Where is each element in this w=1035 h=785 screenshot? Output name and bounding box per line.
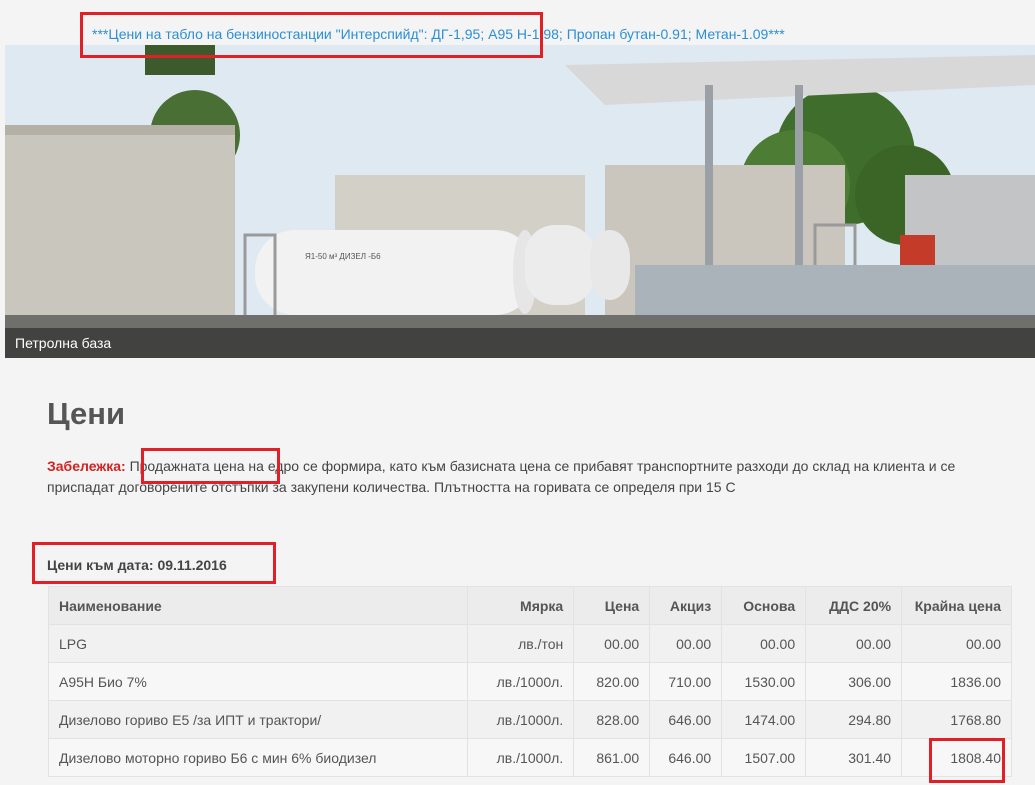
hero-caption: Петролна база xyxy=(5,328,1035,358)
cell-final: 1768.80 xyxy=(901,700,1012,739)
pricing-note: Забележка: Продажната цена на едро се фо… xyxy=(47,456,997,498)
cell-unit: лв./1000л. xyxy=(467,738,575,777)
prices-table: Наименование Мярка Цена Акциз Основа ДДС… xyxy=(47,586,1012,777)
cell-base: 1530.00 xyxy=(721,662,807,701)
cell-vat: 294.80 xyxy=(805,700,903,739)
header-unit: Мярка xyxy=(467,586,575,625)
table-row: LPG лв./тон 00.00 00.00 00.00 00.00 00.0… xyxy=(47,624,1012,663)
price-ticker-link[interactable]: ***Цени на табло на бензиностанции "Инте… xyxy=(92,26,785,42)
header-base: Основа xyxy=(721,586,807,625)
cell-excise: 646.00 xyxy=(649,738,723,777)
cell-price: 820.00 xyxy=(573,662,651,701)
cell-excise: 00.00 xyxy=(649,624,723,663)
cell-price: 828.00 xyxy=(573,700,651,739)
cell-price: 861.00 xyxy=(573,738,651,777)
page-title: Цени xyxy=(47,396,126,431)
note-text: Продажната цена на едро се формира, като… xyxy=(47,458,956,495)
cell-unit: лв./1000л. xyxy=(467,700,575,739)
petrol-base-photo: Я1-50 м³ ДИЗЕЛ -Б6 xyxy=(5,45,1035,358)
cell-name: А95Н Био 7% xyxy=(47,662,469,701)
cell-unit: лв./тон xyxy=(467,624,575,663)
cell-excise: 710.00 xyxy=(649,662,723,701)
table-row: Дизелово гориво Е5 /за ИПТ и трактори/ л… xyxy=(47,700,1012,739)
cell-excise: 646.00 xyxy=(649,700,723,739)
cell-vat: 306.00 xyxy=(805,662,903,701)
cell-final: 1808.40 xyxy=(901,738,1012,777)
table-row: А95Н Био 7% лв./1000л. 820.00 710.00 153… xyxy=(47,662,1012,701)
tank-label: Я1-50 м³ ДИЗЕЛ -Б6 xyxy=(305,252,381,261)
table-header-row: Наименование Мярка Цена Акциз Основа ДДС… xyxy=(47,586,1012,625)
header-excise: Акциз xyxy=(649,586,723,625)
cell-vat: 301.40 xyxy=(805,738,903,777)
cell-name: LPG xyxy=(47,624,469,663)
cell-base: 1474.00 xyxy=(721,700,807,739)
cell-final: 00.00 xyxy=(901,624,1012,663)
cell-base: 1507.00 xyxy=(721,738,807,777)
table-row: Дизелово моторно гориво Б6 с мин 6% биод… xyxy=(47,738,1012,777)
note-label: Забележка: xyxy=(47,458,126,474)
cell-vat: 00.00 xyxy=(805,624,903,663)
cell-unit: лв./1000л. xyxy=(467,662,575,701)
hero-banner: Я1-50 м³ ДИЗЕЛ -Б6 Петролна база xyxy=(5,45,1035,358)
cell-name: Дизелово моторно гориво Б6 с мин 6% биод… xyxy=(47,738,469,777)
header-vat: ДДС 20% xyxy=(805,586,903,625)
header-name: Наименование xyxy=(47,586,469,625)
cell-name: Дизелово гориво Е5 /за ИПТ и трактори/ xyxy=(47,700,469,739)
cell-price: 00.00 xyxy=(573,624,651,663)
prices-date: Цени към дата: 09.11.2016 xyxy=(47,557,227,573)
header-price: Цена xyxy=(573,586,651,625)
header-final: Крайна цена xyxy=(901,586,1012,625)
cell-final: 1836.00 xyxy=(901,662,1012,701)
cell-base: 00.00 xyxy=(721,624,807,663)
